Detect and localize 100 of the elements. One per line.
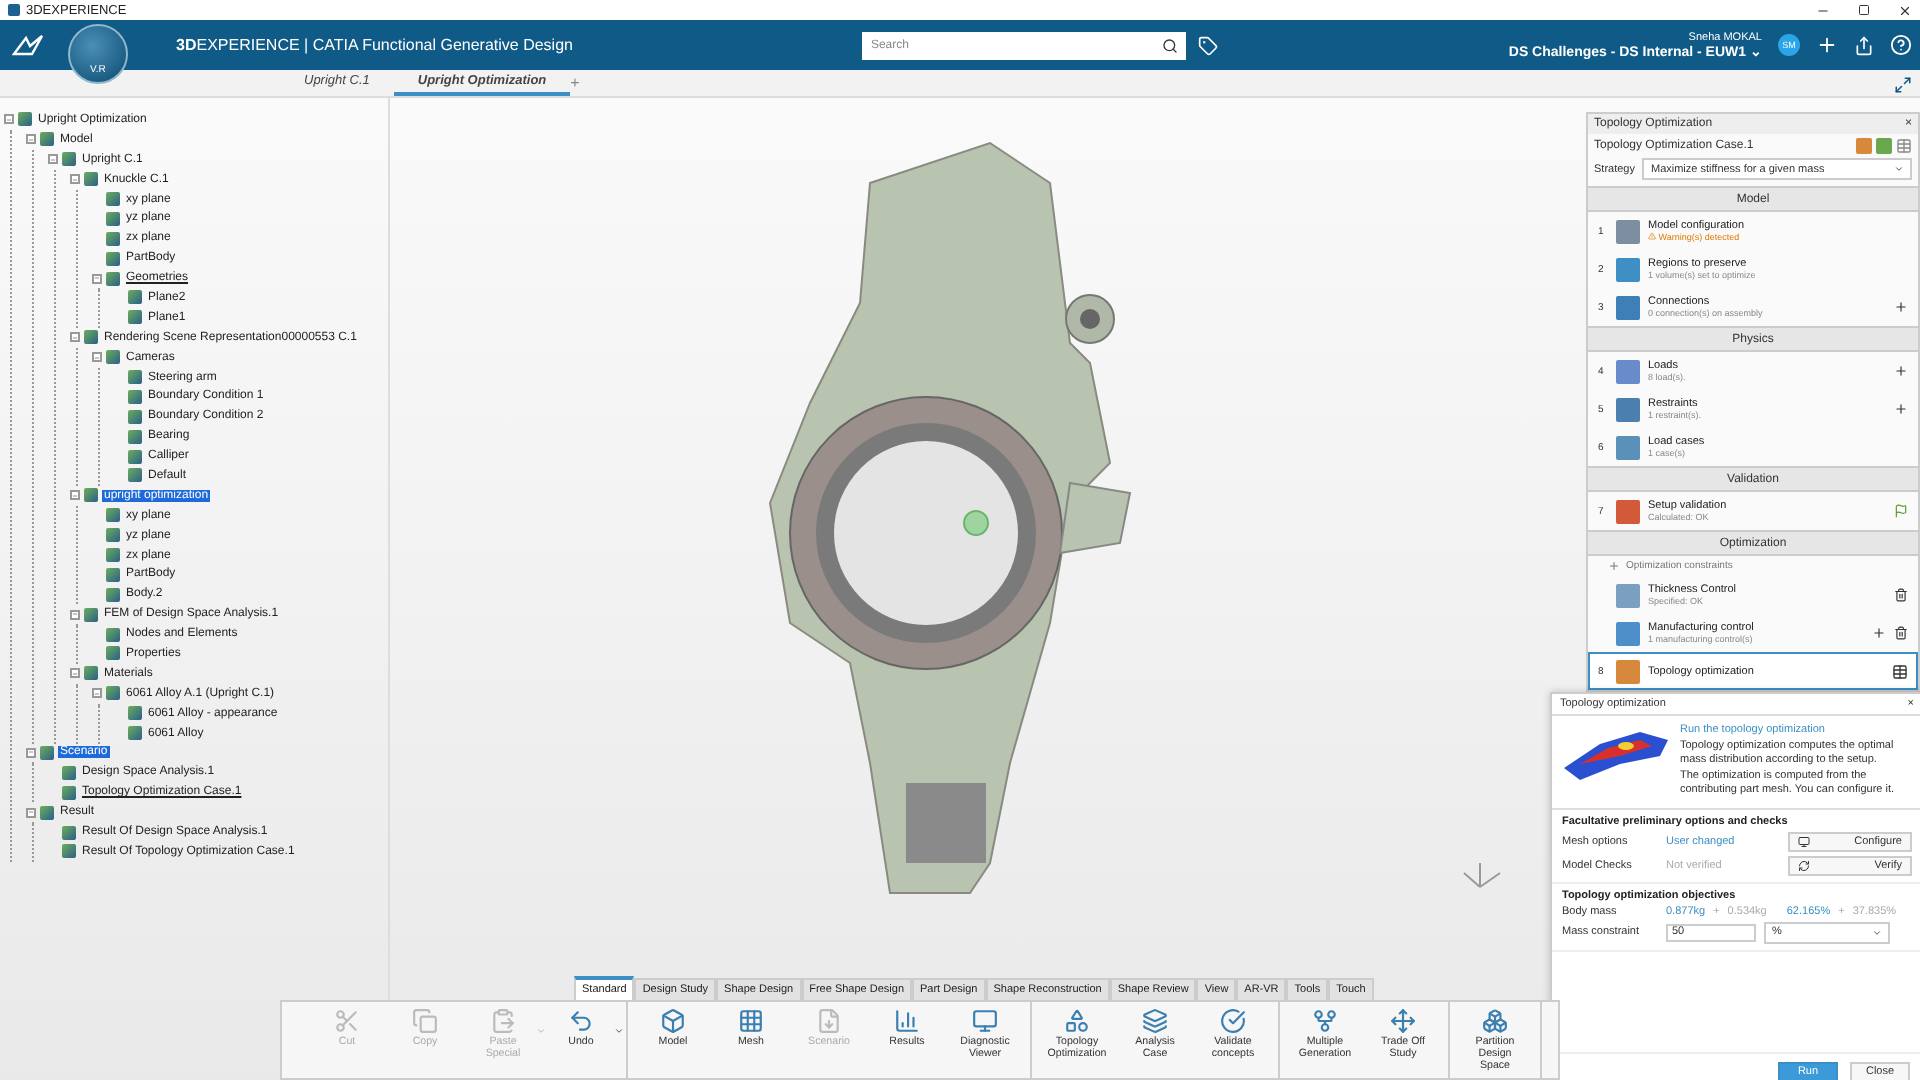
collapse-toggle[interactable] <box>92 352 102 363</box>
maximize-icon[interactable] <box>1858 3 1870 15</box>
add-icon[interactable] <box>1894 364 1908 378</box>
warning-icon <box>1648 232 1656 240</box>
tree-node-icon <box>128 449 142 464</box>
add-icon[interactable] <box>1815 34 1838 56</box>
tree-node-icon <box>106 508 120 523</box>
step-icon <box>1616 359 1640 383</box>
collapse-toggle[interactable] <box>70 332 80 343</box>
step-icon <box>1616 397 1640 421</box>
tree-node-icon <box>106 211 120 226</box>
tree-node-icon <box>40 805 54 820</box>
tag-icon[interactable] <box>1198 35 1219 55</box>
tree-node-icon <box>128 706 142 721</box>
caret-icon[interactable] <box>614 1026 624 1036</box>
tree-node-icon <box>84 330 98 345</box>
step-icon <box>1616 219 1640 243</box>
add-icon[interactable] <box>1894 300 1908 314</box>
tree-node-icon <box>128 468 142 483</box>
collapse-toggle[interactable] <box>70 668 80 679</box>
tree-node-icon <box>106 350 120 365</box>
collapse-toggle[interactable] <box>48 154 58 165</box>
caret-icon[interactable] <box>1872 927 1882 937</box>
axis-triad-icon <box>1463 862 1501 888</box>
tree-node-icon <box>40 745 54 760</box>
tree-node-icon <box>128 409 142 424</box>
tree-node-icon <box>84 607 98 622</box>
caret-icon[interactable] <box>1894 164 1904 174</box>
file-download-icon <box>816 1008 842 1034</box>
tree-node-icon <box>62 765 76 780</box>
step-icon <box>1616 295 1640 319</box>
tree-node-icon <box>18 112 32 127</box>
arrows-icon <box>1390 1008 1416 1034</box>
tree-node-icon <box>62 785 76 800</box>
clipboard-icon <box>490 1008 516 1034</box>
tree-node-icon <box>106 231 120 246</box>
tree-node-icon <box>128 370 142 385</box>
collapse-toggle[interactable] <box>70 174 80 185</box>
tree-node-icon <box>84 666 98 681</box>
collapse-toggle[interactable] <box>26 807 36 818</box>
fullscreen-icon[interactable] <box>1894 76 1912 94</box>
logo-icon <box>12 33 44 57</box>
scissors-icon <box>334 1008 360 1034</box>
tree-node-icon <box>84 488 98 503</box>
step-icon <box>1616 621 1640 645</box>
tree-node-icon <box>128 310 142 325</box>
refresh-icon <box>1798 859 1810 871</box>
tree-node-icon <box>128 429 142 444</box>
copy-icon <box>412 1008 438 1034</box>
tree-node-icon <box>106 627 120 642</box>
step-icon <box>1616 499 1640 523</box>
table-icon[interactable] <box>1892 663 1908 679</box>
tree-node-icon <box>106 192 120 206</box>
tree-node-icon <box>62 825 76 839</box>
tree-node-icon <box>106 251 120 266</box>
collapse-toggle[interactable] <box>4 114 14 125</box>
app-icon <box>8 4 20 16</box>
add-icon[interactable] <box>1872 626 1886 640</box>
cube-icon <box>660 1008 686 1034</box>
monitor-icon <box>972 1008 998 1034</box>
tree-node-icon <box>128 389 142 404</box>
share-icon[interactable] <box>1853 35 1874 55</box>
search-icon[interactable] <box>1162 37 1179 53</box>
shapes-icon <box>1064 1008 1090 1034</box>
tree-node-icon <box>128 726 142 741</box>
trash-icon[interactable] <box>1894 626 1908 640</box>
app-title: 3DEXPERIENCE | CATIA Functional Generative Design <box>176 36 573 54</box>
flag-icon[interactable] <box>1894 504 1908 518</box>
tree-node-icon <box>106 646 120 661</box>
collapse-toggle[interactable] <box>26 747 36 758</box>
layers-icon <box>1142 1008 1168 1034</box>
trash-icon[interactable] <box>1894 588 1908 602</box>
tree-node-icon <box>84 172 98 187</box>
collapse-toggle[interactable] <box>92 688 102 699</box>
tree-node-icon <box>106 271 120 286</box>
step-icon <box>1616 583 1640 607</box>
step-icon <box>1616 659 1640 683</box>
close-icon[interactable] <box>1898 3 1912 17</box>
tree-node-icon <box>128 290 142 305</box>
bar-chart-icon <box>894 1008 920 1034</box>
tree-node-icon <box>106 548 120 563</box>
help-icon[interactable] <box>1889 34 1912 56</box>
tree-node-icon <box>40 132 54 147</box>
fork-icon <box>1312 1008 1338 1034</box>
step-icon <box>1616 257 1640 281</box>
grid-icon <box>738 1008 764 1034</box>
collapse-toggle[interactable] <box>70 609 80 620</box>
tree-node-icon <box>106 528 120 543</box>
undo-icon <box>568 1008 594 1034</box>
boxes-icon <box>1482 1008 1508 1034</box>
collapse-toggle[interactable] <box>92 273 102 284</box>
collapse-toggle[interactable] <box>70 490 80 501</box>
collapse-toggle[interactable] <box>26 134 36 145</box>
tree-node-icon <box>106 686 120 701</box>
tree-node-icon <box>62 152 76 167</box>
tree-node-icon <box>106 587 120 602</box>
tree-node-icon <box>62 844 76 859</box>
add-icon[interactable] <box>1894 402 1908 416</box>
monitor-icon <box>1798 835 1810 847</box>
step-icon <box>1616 435 1640 459</box>
